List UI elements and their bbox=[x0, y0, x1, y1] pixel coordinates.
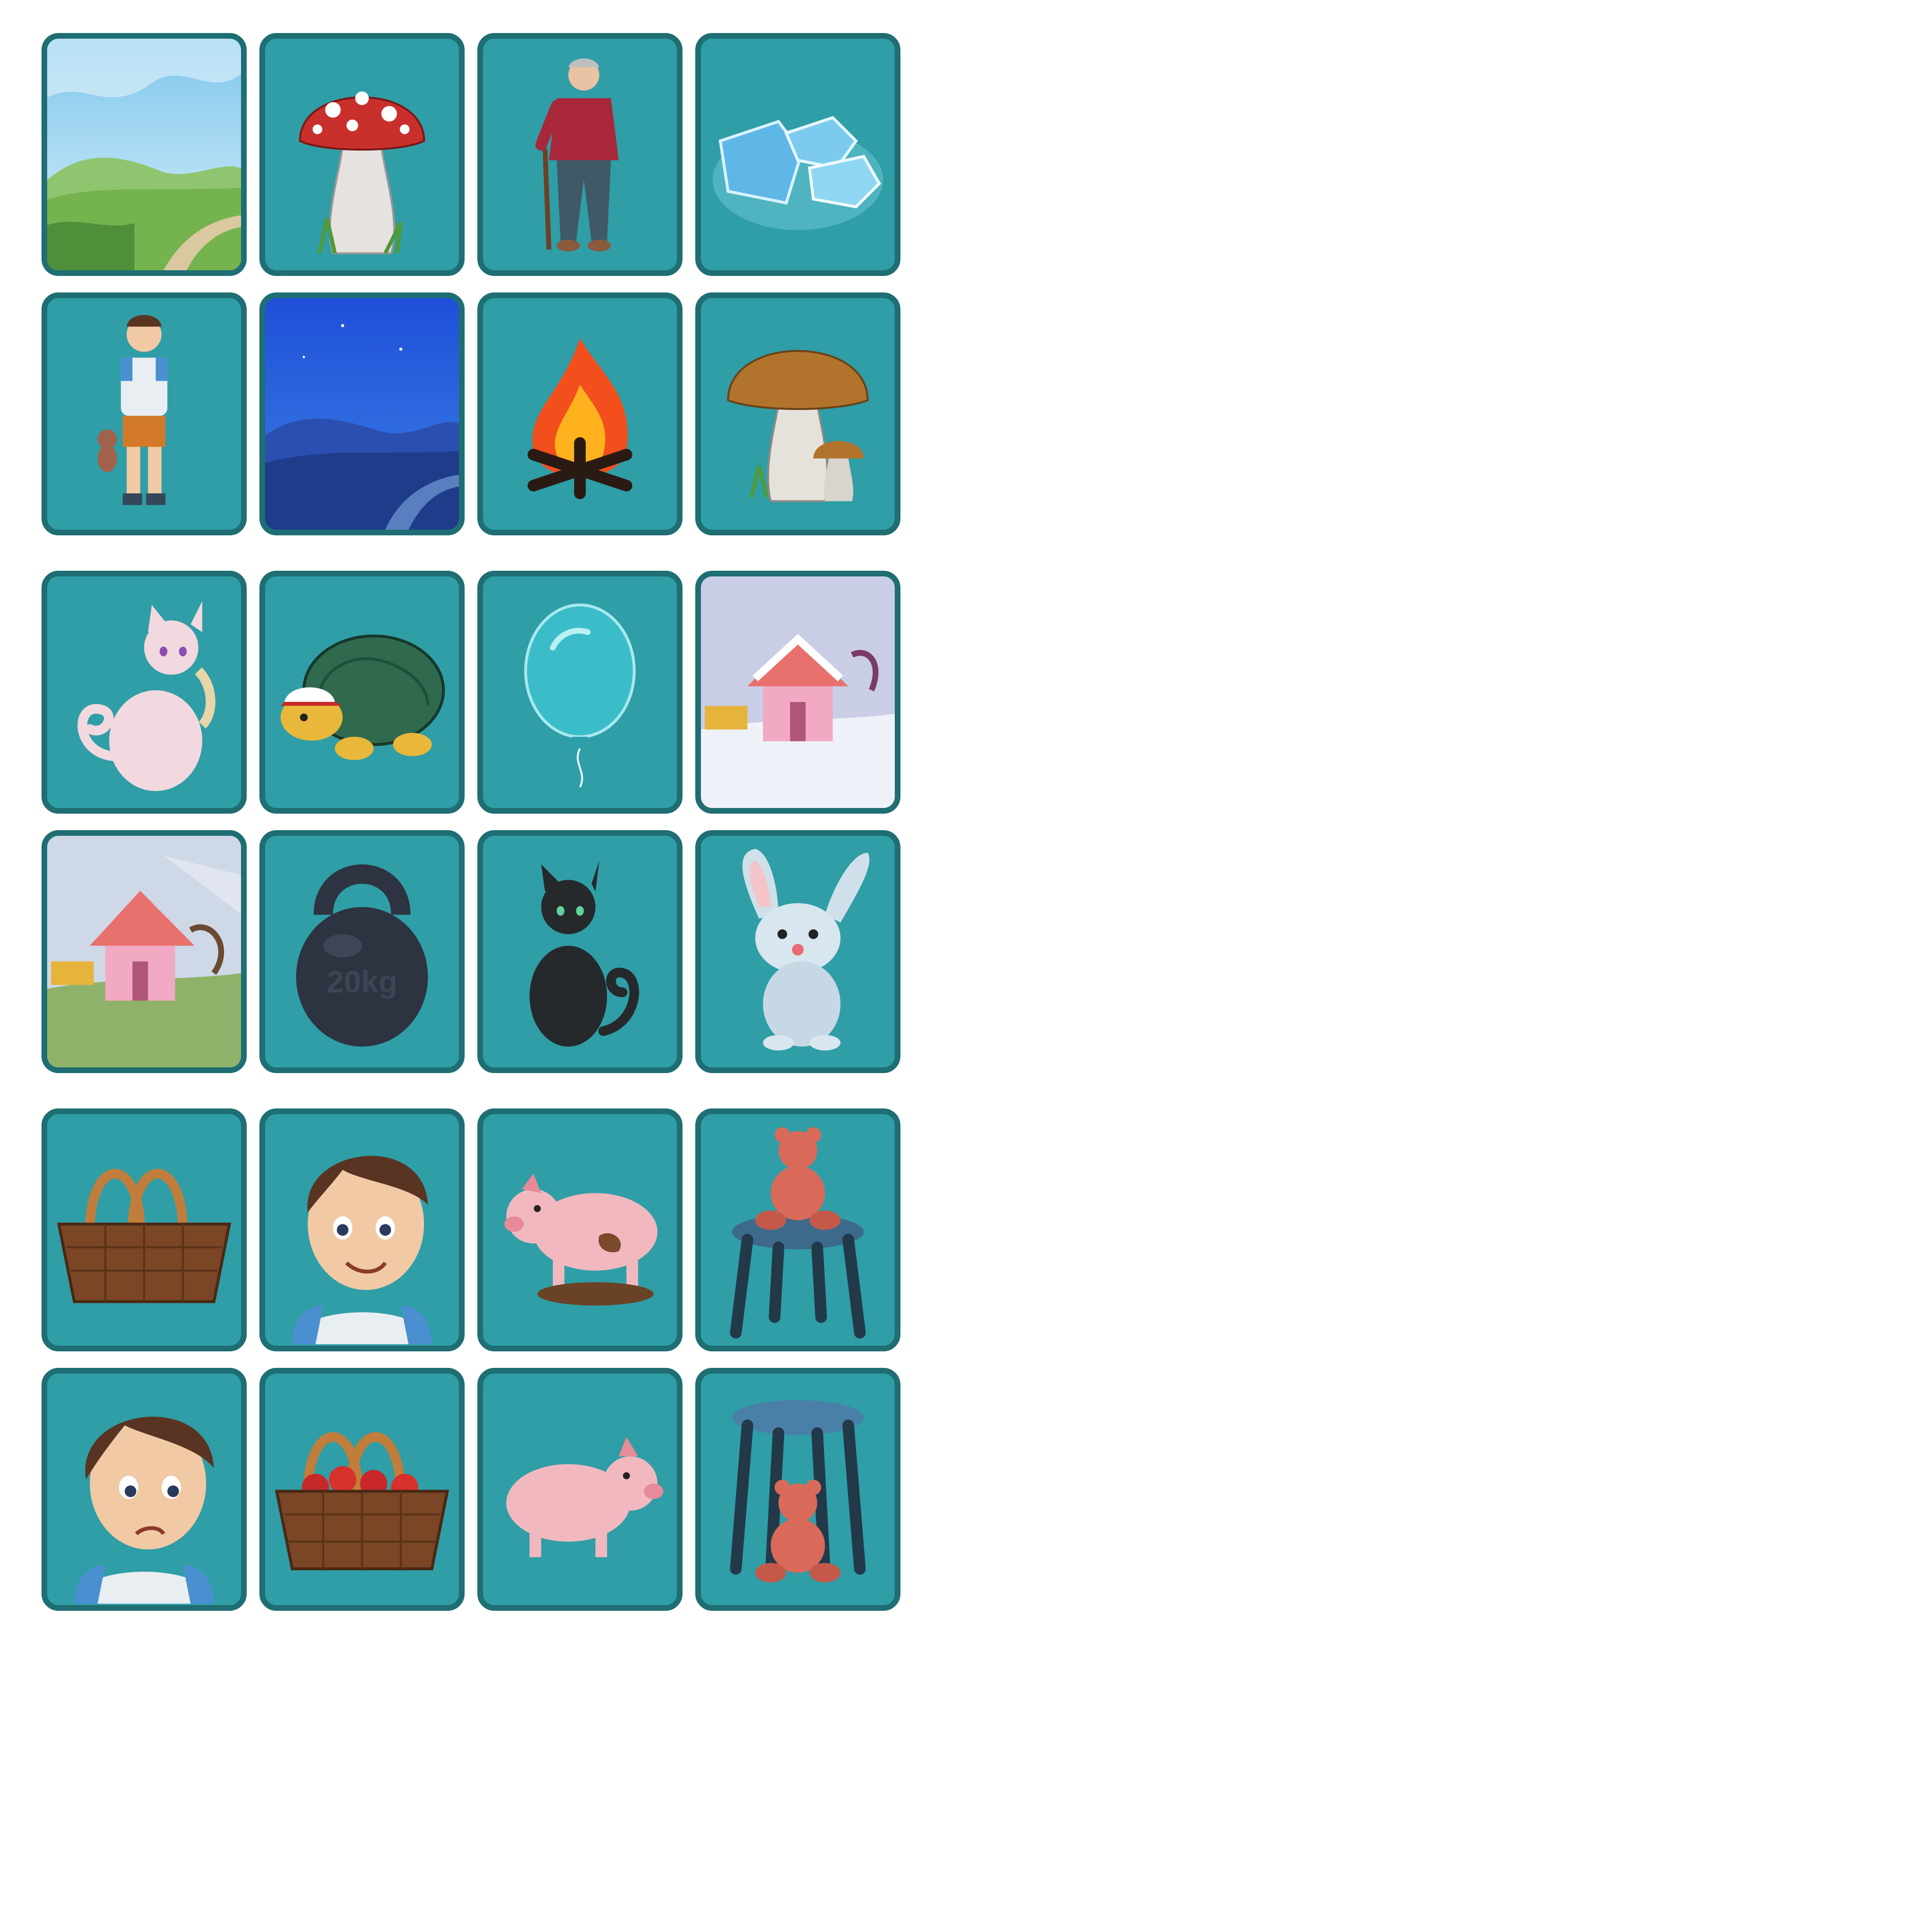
bunny-icon bbox=[742, 849, 870, 1051]
card-5[interactable] bbox=[42, 292, 247, 535]
kettlebell-icon: 20kg bbox=[296, 864, 428, 1047]
empty-basket-icon bbox=[57, 1169, 232, 1303]
house-summer-icon bbox=[47, 836, 241, 1067]
kettlebell-label: 20kg bbox=[327, 964, 398, 999]
card-24[interactable] bbox=[695, 1368, 900, 1611]
meadow-day-icon bbox=[47, 39, 241, 270]
card-13[interactable] bbox=[42, 830, 247, 1073]
card-20[interactable] bbox=[695, 1108, 900, 1351]
red-mushroom-icon bbox=[299, 91, 425, 255]
card-4[interactable] bbox=[695, 33, 900, 276]
card-14[interactable]: 20kg bbox=[259, 830, 465, 1073]
card-21[interactable] bbox=[42, 1368, 247, 1611]
house-winter-icon bbox=[701, 576, 895, 808]
campfire-icon bbox=[527, 338, 633, 500]
boy-with-teddy-icon bbox=[97, 315, 167, 505]
card-12[interactable] bbox=[695, 571, 900, 814]
card-17[interactable] bbox=[42, 1108, 247, 1351]
white-cat-icon bbox=[77, 601, 216, 791]
old-man-icon bbox=[535, 58, 619, 251]
meadow-night-icon bbox=[265, 298, 459, 530]
card-23[interactable] bbox=[477, 1368, 683, 1611]
card-8[interactable] bbox=[695, 292, 900, 535]
muddy-pig-icon bbox=[504, 1174, 658, 1306]
card-15[interactable] bbox=[477, 830, 683, 1073]
basket-apples-icon bbox=[275, 1432, 450, 1571]
card-18[interactable] bbox=[259, 1108, 465, 1351]
card-6[interactable] bbox=[259, 292, 465, 535]
brown-mushroom-icon bbox=[727, 350, 869, 502]
card-2[interactable] bbox=[259, 33, 465, 276]
card-16[interactable] bbox=[695, 830, 900, 1073]
card-10[interactable] bbox=[259, 571, 465, 814]
card-1[interactable] bbox=[42, 33, 247, 276]
card-19[interactable] bbox=[477, 1108, 683, 1351]
clean-pig-icon bbox=[506, 1437, 664, 1557]
card-11[interactable] bbox=[477, 571, 683, 814]
ice-cubes-icon bbox=[712, 116, 883, 230]
turtle-icon bbox=[280, 634, 445, 760]
card-7[interactable] bbox=[477, 292, 683, 535]
card-3[interactable] bbox=[477, 33, 683, 276]
teddy-under-stool-icon bbox=[730, 1400, 866, 1582]
card-22[interactable] bbox=[259, 1368, 465, 1611]
teddy-on-stool-icon bbox=[730, 1127, 866, 1339]
boy-sad-icon bbox=[74, 1416, 214, 1604]
balloon-icon bbox=[524, 603, 636, 788]
boy-smiling-icon bbox=[292, 1156, 432, 1344]
memory-game-board: 20kg bbox=[0, 0, 1932, 1932]
card-9[interactable] bbox=[42, 571, 247, 814]
black-cat-icon bbox=[529, 860, 639, 1047]
